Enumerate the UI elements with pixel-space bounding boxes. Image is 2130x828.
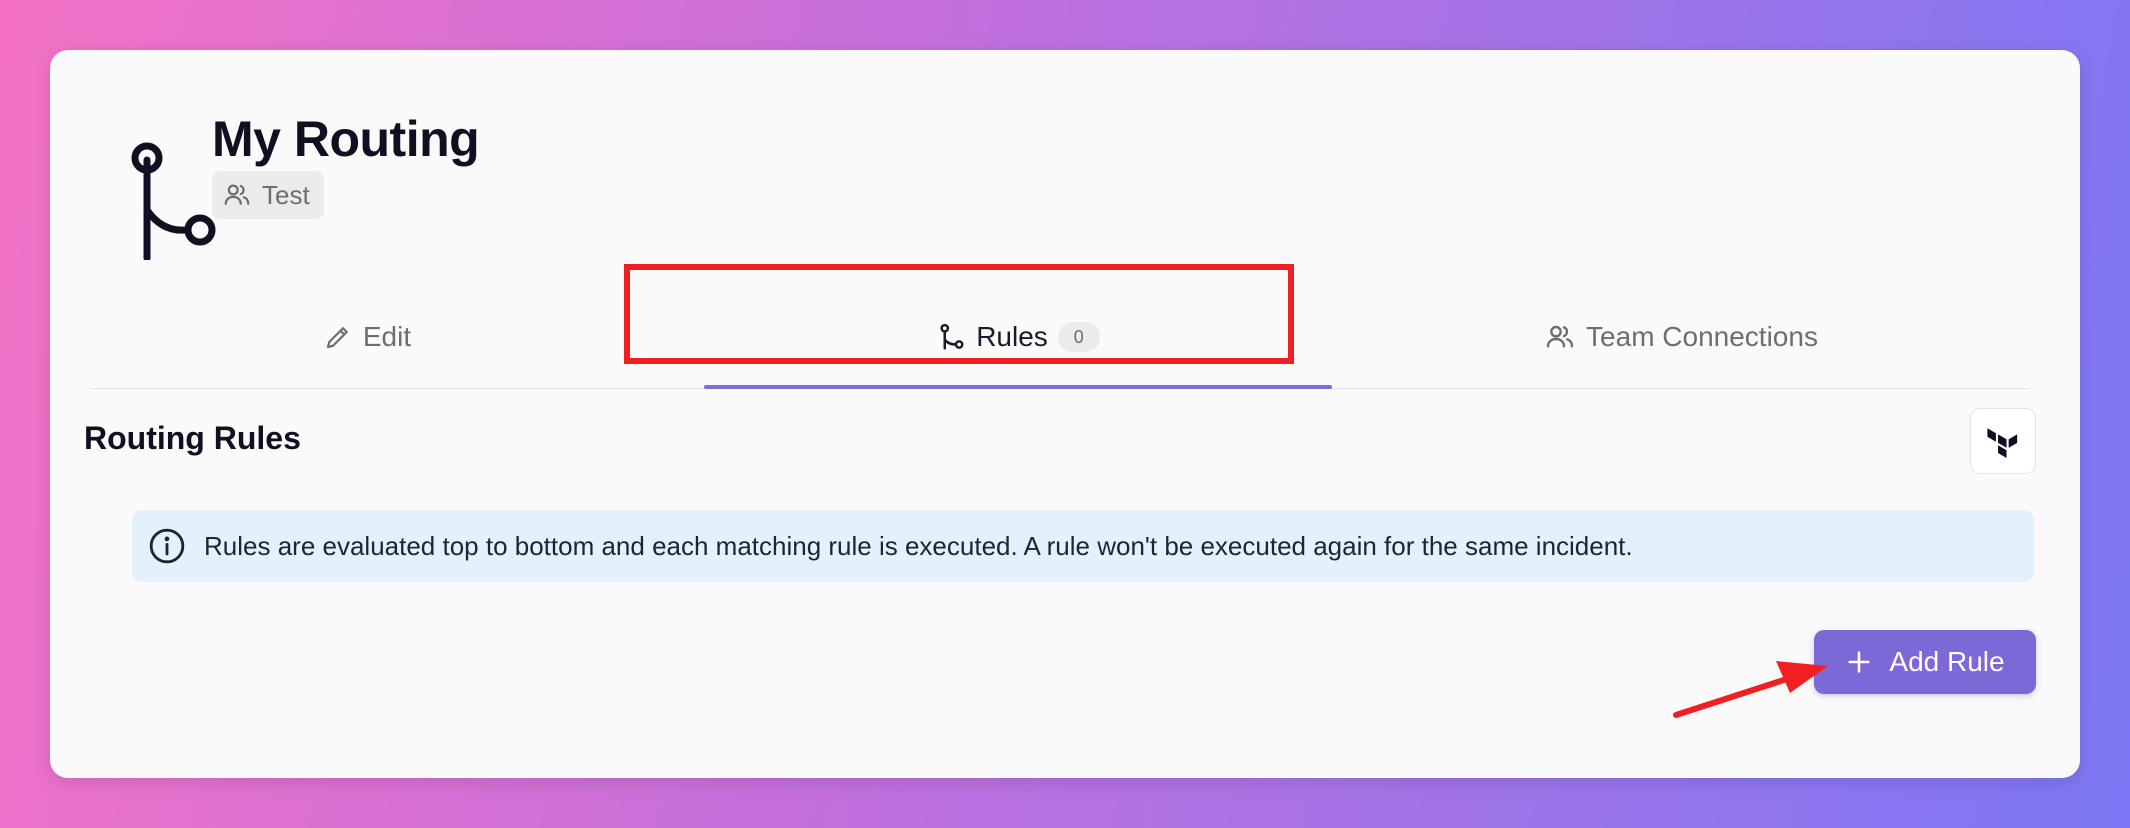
active-tab-indicator [704, 385, 1332, 389]
page-title: My Routing [212, 111, 480, 167]
terraform-button[interactable] [1970, 408, 2036, 474]
rules-count-badge: 0 [1057, 322, 1100, 352]
tab-team-connections[interactable]: Team Connections [1332, 286, 2030, 388]
info-banner: Rules are evaluated top to bottom and ea… [132, 510, 2034, 582]
tab-rules-label: Rules [976, 321, 1048, 352]
tab-rules[interactable]: Rules 0 [704, 286, 1332, 388]
tab-team-connections-label: Team Connections [1586, 321, 1818, 352]
add-rule-button[interactable]: Add Rule [1814, 630, 2036, 694]
team-badge[interactable]: Test [212, 171, 324, 219]
info-icon [149, 528, 185, 564]
users-icon [224, 184, 250, 205]
users-icon [1546, 325, 1574, 348]
tab-edit[interactable]: Edit [90, 286, 644, 388]
section-title: Routing Rules [84, 420, 301, 456]
plus-icon [1848, 651, 1871, 673]
add-rule-label: Add Rule [1889, 646, 2005, 677]
pencil-icon [326, 327, 348, 349]
routing-icon [940, 323, 964, 350]
tab-bar: Edit Rules 0 Team Connections [90, 286, 2030, 389]
routing-card: My Routing Test Edit Rules 0 Team Connec… [50, 50, 2080, 778]
routing-icon [131, 142, 216, 260]
team-badge-label: Test [262, 179, 310, 210]
tab-edit-label: Edit [362, 321, 412, 352]
info-text: Rules are evaluated top to bottom and ea… [204, 530, 1633, 561]
terraform-icon [1987, 428, 2018, 458]
